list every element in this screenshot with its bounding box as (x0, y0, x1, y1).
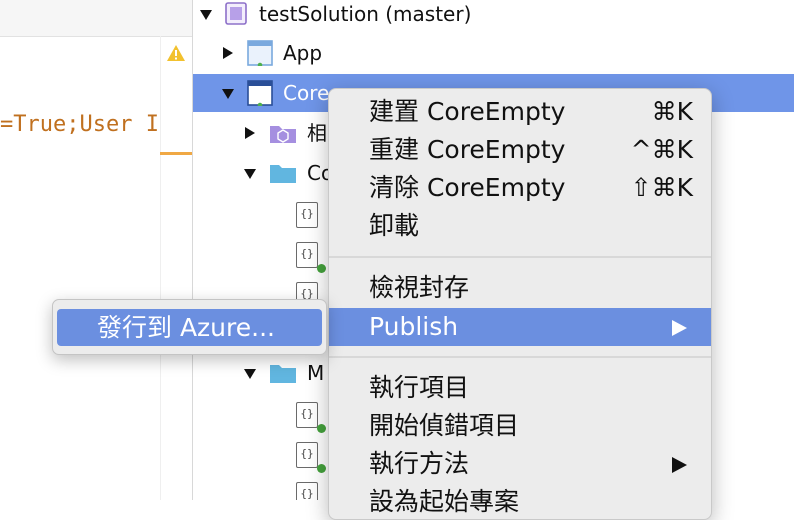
disclosure-open-icon[interactable] (243, 367, 257, 381)
project-icon (247, 80, 273, 106)
tree-item-label: App (283, 41, 323, 65)
added-badge-icon (317, 264, 326, 273)
menu-item-label: 檢視封存 (369, 273, 470, 302)
tree-item-label: 相 (307, 121, 327, 145)
disclosure-open-icon[interactable] (199, 8, 213, 22)
context-menu: 建置 CoreEmpty ⌘K 重建 CoreEmpty ^⌘K 清除 Core… (328, 88, 712, 520)
menu-item-start-debug-item[interactable]: 開始偵錯項目 (329, 407, 711, 445)
code-file-icon: {} (296, 242, 318, 268)
disclosure-closed-icon[interactable] (243, 126, 257, 140)
tree-row-app[interactable]: App (193, 34, 794, 72)
code-warning-underline (160, 152, 192, 155)
menu-item-label: 執行方法 (369, 449, 470, 478)
menu-item-view-archive[interactable]: 檢視封存 (329, 269, 711, 307)
menu-item-label: Publish (369, 312, 459, 341)
folder-icon (270, 365, 296, 383)
menu-item-unload[interactable]: 卸載 (329, 207, 711, 245)
menu-item-run-item[interactable]: 執行項目 (329, 369, 711, 407)
solution-label: testSolution (master) (259, 2, 472, 26)
tree-row-solution[interactable]: testSolution (master) (193, 0, 794, 33)
menu-item-label: 清除 CoreEmpty (369, 173, 566, 202)
menu-item-label: 設為起始專案 (369, 487, 520, 516)
menu-separator (329, 356, 711, 358)
submenu-arrow-icon (672, 320, 687, 336)
menu-item-publish[interactable]: Publish (329, 308, 711, 346)
menu-item-run-method[interactable]: 執行方法 (329, 445, 711, 483)
submenu-arrow-icon (672, 457, 687, 473)
editor-tab-bar (0, 0, 192, 37)
menu-item-set-startup[interactable]: 設為起始專案 (329, 483, 711, 519)
publish-submenu: 發行到 Azure... (52, 299, 327, 355)
disclosure-open-icon[interactable] (243, 167, 257, 181)
tree-item-label: Core (283, 81, 330, 105)
menu-separator (329, 256, 711, 258)
menu-shortcut: ^⌘K (630, 135, 693, 164)
tree-item-label: M (307, 361, 325, 385)
menu-item-label: 執行項目 (369, 373, 470, 402)
menu-shortcut: ⇧⌘K (630, 173, 693, 202)
added-badge-icon (317, 424, 326, 433)
code-line[interactable]: =True;User I (0, 112, 159, 137)
menu-item-label: 重建 CoreEmpty (369, 135, 566, 164)
menu-item-build[interactable]: 建置 CoreEmpty ⌘K (329, 93, 711, 131)
disclosure-open-icon[interactable] (221, 87, 235, 101)
folder-icon (270, 165, 296, 183)
menu-item-label: 開始偵錯項目 (369, 411, 520, 440)
references-icon (270, 126, 296, 143)
menu-item-rebuild[interactable]: 重建 CoreEmpty ^⌘K (329, 131, 711, 169)
menu-item-clean[interactable]: 清除 CoreEmpty ⇧⌘K (329, 169, 711, 207)
menu-item-label: 發行到 Azure... (97, 313, 275, 342)
menu-item-label: 卸載 (369, 211, 420, 240)
added-badge-icon (317, 464, 326, 473)
code-file-icon: {} (296, 202, 318, 228)
editor-overview-ruler (160, 36, 161, 500)
code-file-icon: {} (296, 482, 318, 500)
menu-item-publish-azure[interactable]: 發行到 Azure... (57, 309, 322, 346)
menu-item-label: 建置 CoreEmpty (369, 97, 566, 126)
menu-shortcut: ⌘K (651, 97, 693, 126)
code-file-icon: {} (296, 402, 318, 428)
code-editor[interactable]: =True;User I (0, 0, 192, 500)
warning-icon[interactable] (166, 44, 186, 62)
disclosure-closed-icon[interactable] (221, 46, 235, 60)
code-file-icon: {} (296, 442, 318, 468)
solution-icon (225, 2, 247, 25)
project-icon (247, 40, 273, 66)
